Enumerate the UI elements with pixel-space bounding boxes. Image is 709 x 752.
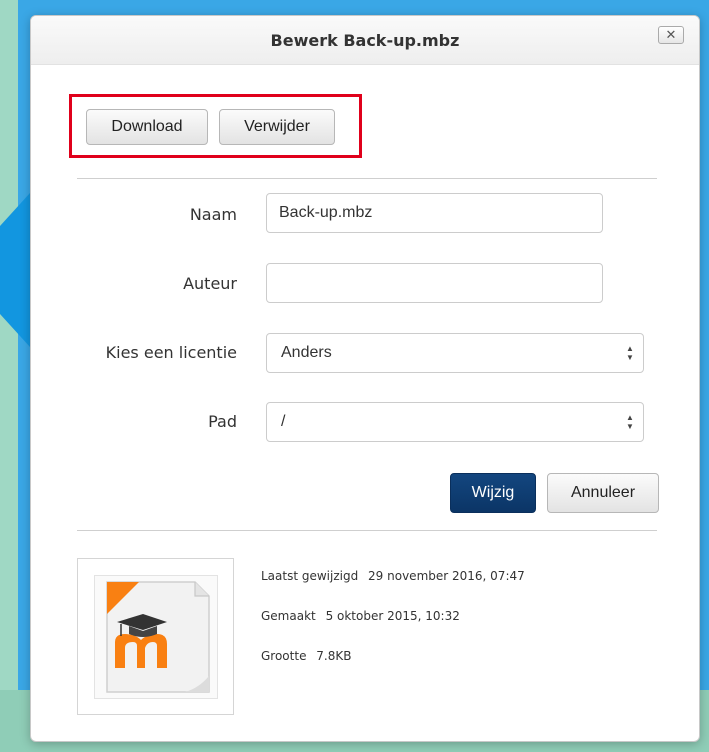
divider-top [77,178,657,179]
size-label: Grootte [261,649,307,663]
modified-value: 29 november 2016, 07:47 [368,569,525,583]
license-label: Kies een licentie [105,343,237,362]
moodle-file-icon [106,581,210,693]
created-info: Gemaakt 5 oktober 2015, 10:32 [261,609,460,623]
author-input[interactable] [266,263,603,303]
size-value: 7.8KB [316,649,352,663]
author-label: Auteur [183,274,237,293]
file-thumbnail [77,558,234,715]
path-selected-value: / [281,413,286,430]
thumbnail-frame [94,575,218,699]
cancel-button[interactable]: Annuleer [547,473,659,513]
license-selected-value: Anders [281,344,332,361]
close-icon: ✕ [665,27,677,42]
modified-info: Laatst gewijzigd 29 november 2016, 07:47 [261,569,525,583]
edit-file-dialog: Bewerk Back-up.mbz ✕ Download Verwijder … [30,15,700,742]
created-label: Gemaakt [261,609,316,623]
name-label: Naam [189,205,237,224]
name-input[interactable]: Back-up.mbz [266,193,603,233]
license-select[interactable]: Anders ▲ ▼ [266,333,644,373]
delete-button[interactable]: Verwijder [219,109,335,145]
modified-label: Laatst gewijzigd [261,569,359,583]
size-info: Grootte 7.8KB [261,649,351,663]
select-arrows-icon: ▲ ▼ [626,344,634,362]
dialog-title: Bewerk Back-up.mbz [270,31,460,50]
dialog-header: Bewerk Back-up.mbz ✕ [31,16,699,65]
divider-bottom [77,530,657,531]
save-button[interactable]: Wijzig [450,473,536,513]
path-select[interactable]: / ▲ ▼ [266,402,644,442]
download-button[interactable]: Download [86,109,208,145]
path-label: Pad [208,412,237,431]
created-value: 5 oktober 2015, 10:32 [325,609,460,623]
close-button[interactable]: ✕ [658,26,684,44]
select-arrows-icon: ▲ ▼ [626,413,634,431]
